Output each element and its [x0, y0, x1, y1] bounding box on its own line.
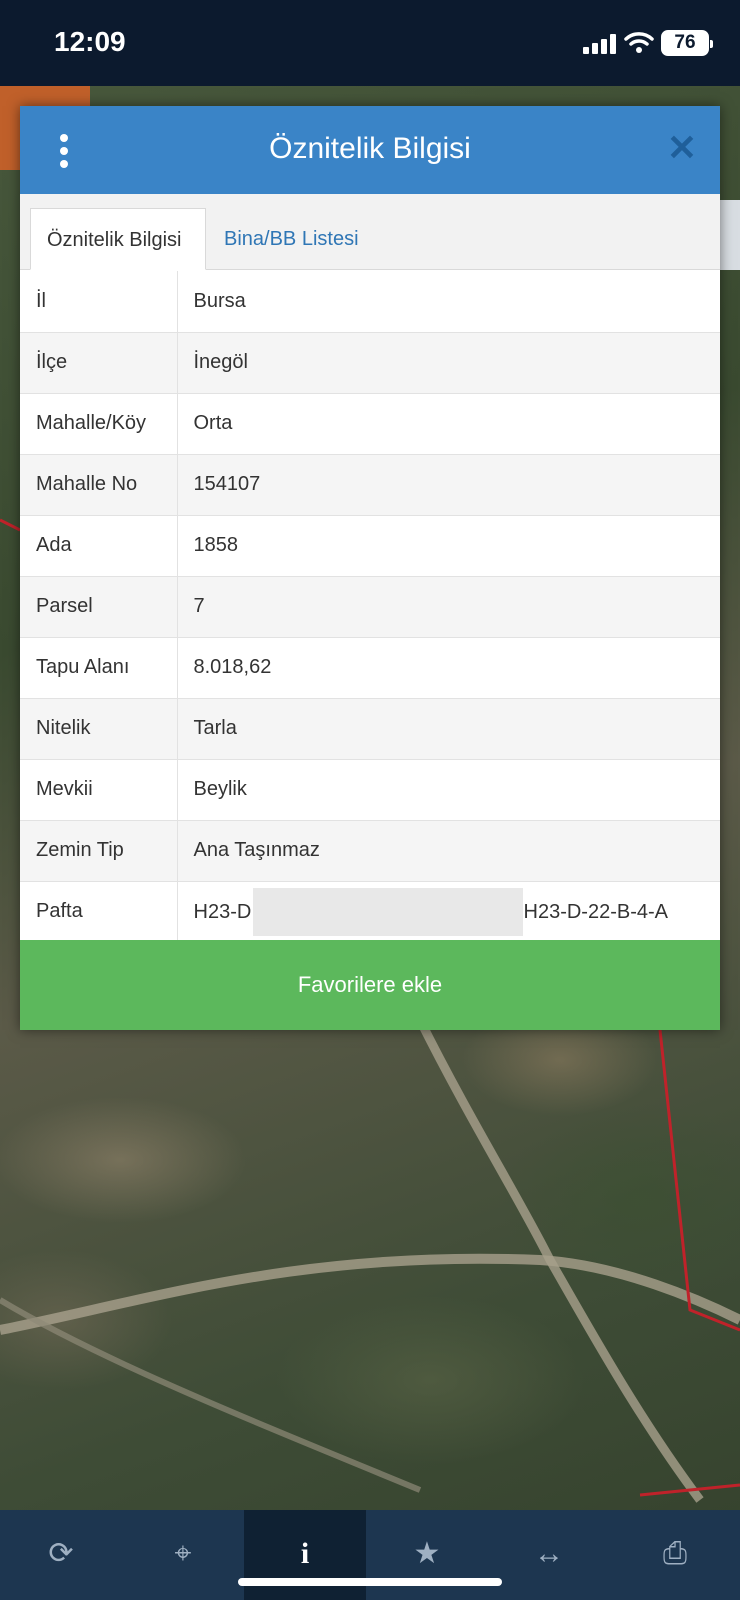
row-value: Orta — [177, 393, 720, 455]
row-value: Ana Taşınmaz — [177, 820, 720, 882]
row-value: İnegöl — [177, 332, 720, 394]
status-time: 12:09 — [54, 26, 126, 57]
tab-building-list[interactable]: Bina/BB Listesi — [208, 208, 375, 270]
table-row: Mevkii Beylik — [20, 759, 720, 821]
row-key: Pafta — [20, 881, 178, 943]
table-row: Nitelik Tarla — [20, 698, 720, 760]
info-icon[interactable]: i — [244, 1510, 366, 1600]
crosshair-icon[interactable]: ⌖ — [122, 1510, 244, 1600]
pafta-value-end: H23-D-22-B-4-A — [523, 900, 668, 923]
status-bar: 12:09 76 — [0, 0, 740, 86]
wifi-icon — [624, 32, 654, 53]
row-key: Tapu Alanı — [20, 637, 178, 699]
table-row: İlçe İnegöl — [20, 332, 720, 394]
row-key: Mahalle No — [20, 454, 178, 516]
row-value: 7 — [177, 576, 720, 638]
add-to-favorites-button[interactable]: Favorilere ekle — [20, 940, 720, 1030]
row-value: Tarla — [177, 698, 720, 760]
attribute-info-modal: Öznitelik Bilgisi ✕ Öznitelik Bilgisi Bi… — [20, 106, 720, 1030]
redaction-mask — [252, 887, 523, 936]
bottom-toolbar: ⟳ ⌖ i ★ ↔ ⎙ — [0, 1510, 740, 1600]
table-row: Mahalle No 154107 — [20, 454, 720, 516]
row-key: Mahalle/Köy — [20, 393, 178, 455]
row-key: Zemin Tip — [20, 820, 178, 882]
modal-tabs: Öznitelik Bilgisi Bina/BB Listesi — [20, 194, 720, 270]
table-row: Zemin Tip Ana Taşınmaz — [20, 820, 720, 882]
cellular-signal-icon — [583, 34, 617, 54]
table-row: Tapu Alanı 8.018,62 — [20, 637, 720, 699]
refresh-icon[interactable]: ⟳ — [0, 1510, 122, 1600]
measure-icon[interactable]: ↔ — [488, 1510, 610, 1600]
row-value: Bursa — [177, 271, 720, 333]
row-value: 1858 — [177, 515, 720, 577]
map-side-panel-edge — [720, 200, 740, 270]
modal-title: Öznitelik Bilgisi — [269, 132, 471, 165]
row-key: İlçe — [20, 332, 178, 394]
home-indicator — [238, 1578, 502, 1586]
row-value: Beylik — [177, 759, 720, 821]
row-value-pafta: H23-D H23-D-22-B-4-A — [177, 881, 720, 943]
battery-icon: 76 — [661, 30, 713, 56]
table-row: Mahalle/Köy Orta — [20, 393, 720, 455]
row-key: Mevkii — [20, 759, 178, 821]
print-icon[interactable]: ⎙ — [610, 1510, 740, 1600]
row-key: Ada — [20, 515, 178, 577]
modal-header: Öznitelik Bilgisi ✕ — [20, 106, 720, 194]
row-key: Parsel — [20, 576, 178, 638]
star-icon[interactable]: ★ — [366, 1510, 488, 1600]
row-key: Nitelik — [20, 698, 178, 760]
row-value: 154107 — [177, 454, 720, 516]
close-icon[interactable]: ✕ — [666, 130, 698, 166]
table-row: Pafta H23-D H23-D-22-B-4-A — [20, 881, 720, 943]
table-row: Ada 1858 — [20, 515, 720, 577]
row-key: İl — [20, 271, 178, 333]
table-row: İl Bursa — [20, 271, 720, 333]
table-row: Parsel 7 — [20, 576, 720, 638]
attribute-table: İl Bursa İlçe İnegöl Mahalle/Köy Orta Ma… — [20, 271, 720, 943]
tab-attribute-info[interactable]: Öznitelik Bilgisi — [30, 208, 206, 270]
pafta-value-start: H23-D — [193, 900, 252, 923]
row-value: 8.018,62 — [177, 637, 720, 699]
